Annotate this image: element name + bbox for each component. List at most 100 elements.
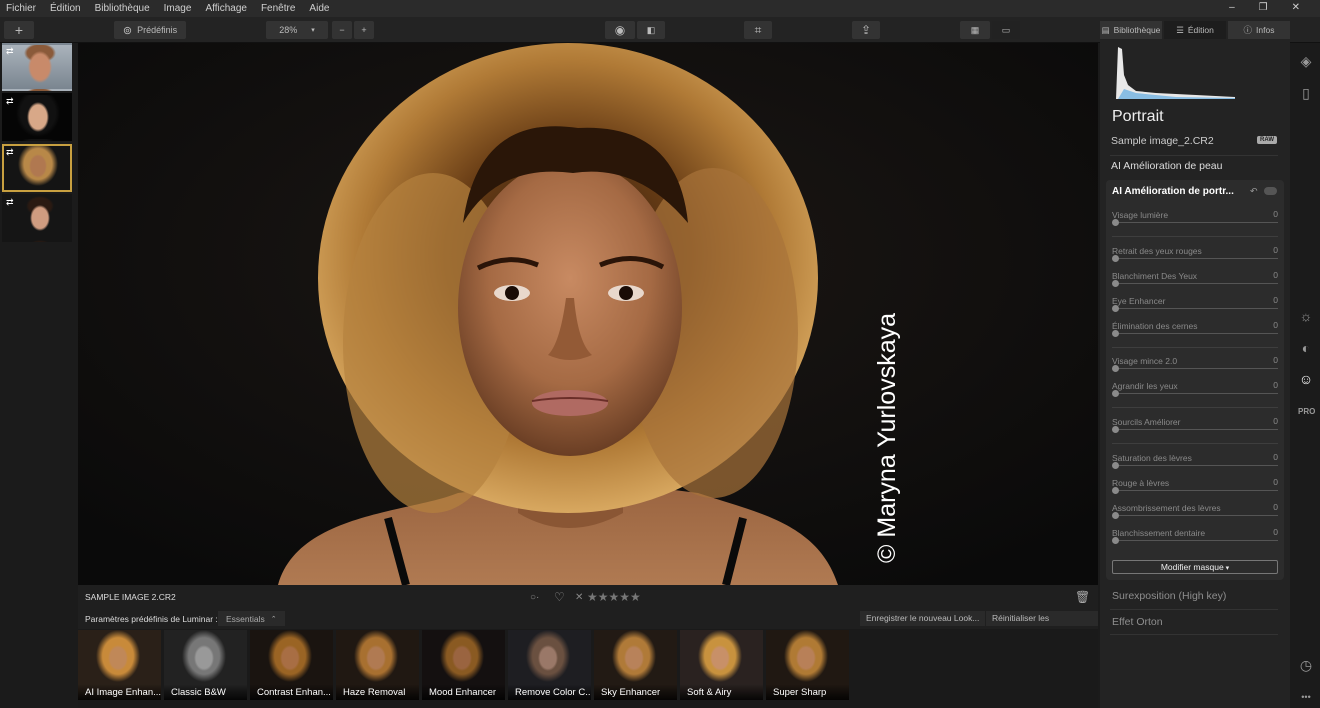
slider-slim-face[interactable]: Visage mince 2.0 0 bbox=[1112, 355, 1278, 372]
preset-card[interactable]: Remove Color C... bbox=[508, 630, 591, 700]
canvas-icon[interactable]: ▯ bbox=[1298, 85, 1314, 101]
image-canvas[interactable]: © Maryna Yurlovskaya bbox=[78, 43, 1098, 585]
slider-knob[interactable] bbox=[1112, 487, 1119, 494]
menu-help[interactable]: Aide bbox=[309, 3, 329, 14]
slider-track[interactable] bbox=[1115, 429, 1278, 430]
share-button[interactable]: ⇪ bbox=[852, 21, 880, 39]
preview-eye-button[interactable]: ◉ bbox=[605, 21, 635, 39]
grid-view-button[interactable]: ▦ bbox=[960, 21, 990, 39]
tab-edit[interactable]: ☰ Édition bbox=[1164, 21, 1226, 39]
pro-icon[interactable]: PRO bbox=[1298, 404, 1315, 420]
slider-lip-redness[interactable]: Rouge à lèvres 0 bbox=[1112, 477, 1278, 494]
slider-knob[interactable] bbox=[1112, 537, 1119, 544]
slider-knob[interactable] bbox=[1112, 426, 1119, 433]
thumbnail[interactable]: ⇄ bbox=[2, 43, 72, 91]
slider-knob[interactable] bbox=[1112, 255, 1119, 262]
presets-button[interactable]: ⊚ Prédéfinis bbox=[114, 21, 186, 39]
tool-title[interactable]: AI Amélioration de portr... bbox=[1112, 186, 1234, 197]
preset-category-select[interactable]: Essentials ⌃ bbox=[218, 611, 285, 626]
slider-knob[interactable] bbox=[1112, 330, 1119, 337]
heart-icon[interactable]: ♡ bbox=[554, 590, 565, 604]
undo-icon[interactable]: ↶ bbox=[1250, 186, 1258, 197]
preset-card[interactable]: Classic B&W bbox=[164, 630, 247, 700]
slider-knob[interactable] bbox=[1112, 462, 1119, 469]
slider-track[interactable] bbox=[1115, 258, 1278, 259]
slider-track[interactable] bbox=[1115, 333, 1278, 334]
menu-file[interactable]: Fichier bbox=[6, 3, 36, 14]
smile-icon[interactable]: ☺ bbox=[1298, 371, 1314, 387]
star-rating[interactable]: ★★★★★ bbox=[587, 590, 641, 604]
visibility-toggle-icon[interactable] bbox=[1264, 187, 1277, 195]
slider-knob[interactable] bbox=[1112, 305, 1119, 312]
zoom-out-button[interactable]: − bbox=[332, 21, 352, 39]
preset-card[interactable]: AI Image Enhan... bbox=[78, 630, 161, 700]
single-view-button[interactable]: ▭ bbox=[992, 21, 1020, 39]
preset-card[interactable]: Mood Enhancer bbox=[422, 630, 505, 700]
reject-icon[interactable]: ✕ bbox=[575, 592, 583, 603]
thumbnail[interactable]: ⇄ bbox=[2, 93, 72, 141]
preset-card[interactable]: Super Sharp bbox=[766, 630, 849, 700]
slider-knob[interactable] bbox=[1112, 512, 1119, 519]
slider-track[interactable] bbox=[1115, 368, 1278, 369]
zoom-select[interactable]: 28% ▾ bbox=[266, 21, 328, 39]
slider-track[interactable] bbox=[1115, 283, 1278, 284]
tab-info[interactable]: ⓘ Infos bbox=[1228, 21, 1290, 39]
slider-knob[interactable] bbox=[1112, 280, 1119, 287]
slider-enlarge-eyes[interactable]: Agrandir les yeux 0 bbox=[1112, 380, 1278, 397]
slider-eye-whitening[interactable]: Blanchiment Des Yeux 0 bbox=[1112, 270, 1278, 287]
trash-icon[interactable]: 🗑 bbox=[1075, 590, 1090, 604]
preset-card[interactable]: Haze Removal bbox=[336, 630, 419, 700]
slider-track[interactable] bbox=[1115, 393, 1278, 394]
adjusted-icon: ⇄ bbox=[6, 197, 14, 207]
slider-track[interactable] bbox=[1115, 515, 1278, 516]
orton-section[interactable]: Effet Orton bbox=[1112, 616, 1163, 628]
restore-icon[interactable]: ❐ bbox=[1259, 2, 1268, 13]
slider-track[interactable] bbox=[1115, 490, 1278, 491]
zoom-in-button[interactable]: + bbox=[354, 21, 374, 39]
slider-track[interactable] bbox=[1115, 222, 1278, 223]
slider-knob[interactable] bbox=[1112, 390, 1119, 397]
high-key-section[interactable]: Surexposition (High key) bbox=[1112, 590, 1226, 602]
add-button[interactable]: + bbox=[4, 21, 34, 39]
slider-track[interactable] bbox=[1115, 465, 1278, 466]
slider-knob[interactable] bbox=[1112, 219, 1119, 226]
menu-image[interactable]: Image bbox=[164, 3, 192, 14]
menu-view[interactable]: Affichage bbox=[205, 3, 247, 14]
slider-dark-circles[interactable]: Élimination des cernes 0 bbox=[1112, 320, 1278, 337]
flag-indicator[interactable]: ○· bbox=[530, 592, 539, 603]
slider-knob[interactable] bbox=[1112, 365, 1119, 372]
minimize-icon[interactable]: – bbox=[1229, 2, 1235, 13]
preset-card[interactable]: Contrast Enhan... bbox=[250, 630, 333, 700]
tab-library[interactable]: ▤ Bibliothèque bbox=[1100, 21, 1162, 39]
save-look-button[interactable]: Enregistrer le nouveau Look... bbox=[860, 611, 986, 626]
slider-red-eye[interactable]: Retrait des yeux rouges 0 bbox=[1112, 245, 1278, 262]
more-icon[interactable]: ••• bbox=[1298, 689, 1314, 705]
slider-face-light[interactable]: Visage lumière 0 bbox=[1112, 209, 1278, 226]
slider-track[interactable] bbox=[1115, 308, 1278, 309]
crop-button[interactable]: ⌗ bbox=[744, 21, 772, 39]
thumbnail-selected[interactable]: ⇄ bbox=[2, 144, 72, 192]
menu-edit[interactable]: Édition bbox=[50, 3, 81, 14]
thumbnail[interactable]: ⇄ bbox=[2, 194, 72, 242]
slider-teeth-whitening[interactable]: Blanchissement dentaire 0 bbox=[1112, 527, 1278, 544]
skin-enhance-section[interactable]: AI Amélioration de peau bbox=[1111, 160, 1223, 172]
menu-window[interactable]: Fenêtre bbox=[261, 3, 295, 14]
reset-adjustments-button[interactable]: Réinitialiser les ajustements bbox=[986, 611, 1098, 638]
slider-value: 0 bbox=[1273, 245, 1278, 255]
slider-eyebrows[interactable]: Sourcils Améliorer 0 bbox=[1112, 416, 1278, 433]
palette-icon[interactable]: ◐ bbox=[1298, 340, 1314, 356]
close-icon[interactable]: ✕ bbox=[1292, 2, 1300, 13]
layers-icon[interactable]: ◈ bbox=[1298, 53, 1314, 69]
edit-mask-button[interactable]: Modifier masque ▾ bbox=[1112, 560, 1278, 574]
menu-library[interactable]: Bibliothèque bbox=[95, 3, 150, 14]
compare-button[interactable]: ◧ bbox=[637, 21, 665, 39]
preset-card[interactable]: Sky Enhancer bbox=[594, 630, 677, 700]
history-icon[interactable]: ◷ bbox=[1298, 657, 1314, 673]
slider-track[interactable] bbox=[1115, 540, 1278, 541]
slider-lip-saturation[interactable]: Saturation des lèvres 0 bbox=[1112, 452, 1278, 469]
image-info-bar: SAMPLE IMAGE 2.CR2 ○· ♡ ✕ ★★★★★ 🗑 bbox=[78, 585, 1098, 609]
sun-icon[interactable]: ☼ bbox=[1298, 308, 1314, 324]
preset-card[interactable]: Soft & Airy bbox=[680, 630, 763, 700]
slider-lip-darkening[interactable]: Assombrissement des lèvres 0 bbox=[1112, 502, 1278, 519]
slider-eye-enhancer[interactable]: Eye Enhancer 0 bbox=[1112, 295, 1278, 312]
